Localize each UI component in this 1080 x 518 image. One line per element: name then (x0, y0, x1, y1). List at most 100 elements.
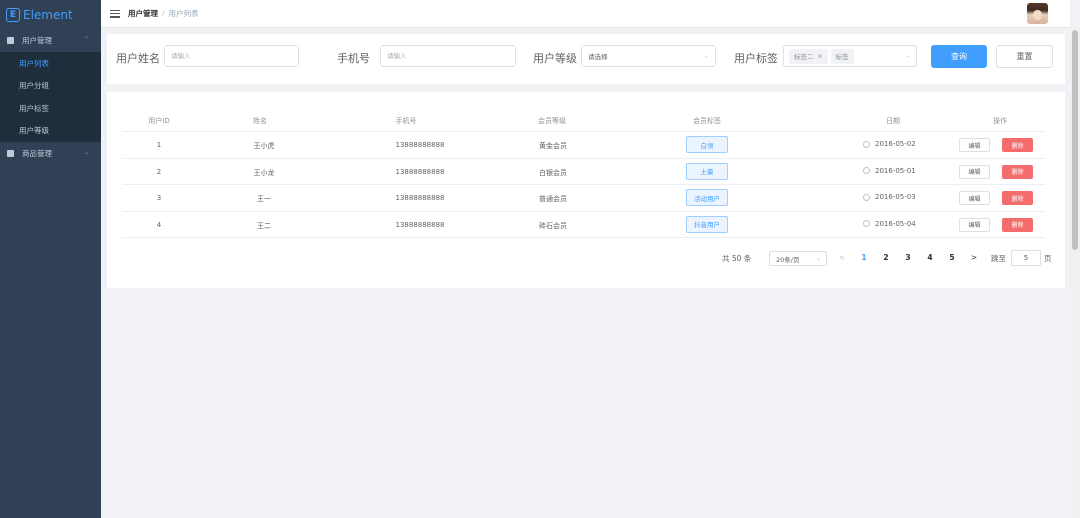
clock-icon (863, 220, 870, 227)
column-header-level: 会员等级 (538, 117, 566, 125)
menu-square-icon (7, 150, 14, 157)
cell-name: 王二 (257, 221, 271, 230)
page-number-5[interactable]: 5 (949, 253, 954, 262)
filter-panel: 用户姓名 手机号 用户等级 请选择 ⌄ 用户标签 标签二 ⊗ 标签 ⌄ 查询 重… (107, 34, 1065, 84)
delete-button[interactable]: 删除 (1002, 138, 1033, 152)
table-row: 4 王二 13888888888 砖石会员 抖音用户 2016-05-04 编辑… (122, 212, 1045, 238)
selected-tag-text: 标签 (835, 53, 849, 61)
column-header-actions: 操作 (993, 117, 1007, 125)
sidebar-item-user-level[interactable]: 用户等级 (0, 120, 101, 143)
delete-button[interactable]: 删除 (1002, 191, 1033, 205)
column-header-id: 用户ID (148, 117, 170, 125)
cell-level: 砖石会员 (539, 221, 567, 230)
edit-button[interactable]: 编辑 (959, 191, 990, 205)
column-header-date: 日期 (886, 117, 900, 125)
sidebar-item-user-list[interactable]: 用户列表 (0, 52, 101, 75)
cell-date: 2016-05-01 (863, 167, 916, 175)
page-number-2[interactable]: 2 (883, 253, 888, 262)
prev-page-button[interactable]: < (839, 253, 845, 262)
date-text: 2016-05-03 (875, 193, 916, 201)
date-text: 2016-05-04 (875, 219, 916, 228)
cell-level: 白银会员 (539, 168, 567, 177)
member-tag: 抖音用户 (686, 215, 728, 233)
tag-filter-label: 用户标签 (734, 52, 778, 65)
level-filter-select[interactable]: 请选择 ⌄ (581, 45, 716, 67)
chevron-down-icon: ⌄ (815, 255, 821, 262)
table-row: 1 王小虎 13888888888 黄金会员 白领 2016-05-02 编辑 … (122, 132, 1045, 159)
sidebar-group-label: 商品管理 (22, 149, 52, 158)
cell-phone: 13888888888 (395, 194, 445, 202)
table-row: 3 王一 13888888888 普通会员 活动用户 2016-05-03 编辑… (122, 185, 1045, 212)
selected-tag-text: 标签二 (794, 53, 814, 61)
cell-id: 2 (156, 167, 162, 176)
sidebar-group-user-management[interactable]: 用户管理 ⌃ (0, 29, 101, 52)
page-number-4[interactable]: 4 (927, 253, 932, 262)
clock-icon (863, 140, 870, 148)
table-row: 2 王小龙 13888888888 白银会员 土豪 2016-05-01 编辑 … (122, 159, 1045, 185)
level-select-placeholder: 请选择 (588, 53, 608, 61)
jump-suffix-label: 页 (1044, 253, 1052, 263)
edit-button[interactable]: 编辑 (959, 138, 990, 152)
cell-id: 4 (156, 220, 162, 229)
breadcrumb-item-user-management[interactable]: 用户管理 (128, 9, 158, 18)
page-number-3[interactable]: 3 (905, 253, 910, 262)
table-header: 用户ID 姓名 手机号 会员等级 会员标签 日期 操作 (122, 110, 1045, 132)
cell-phone: 13888888888 (395, 220, 445, 229)
cell-level: 普通会员 (539, 195, 567, 203)
member-tag: 活动用户 (686, 189, 728, 206)
next-page-button[interactable]: > (971, 253, 977, 262)
cell-id: 1 (156, 141, 162, 149)
cell-date: 2016-05-02 (863, 140, 916, 148)
breadcrumb-item-user-list: 用户列表 (168, 9, 199, 18)
date-text: 2016-05-02 (875, 140, 916, 148)
sidebar-group-product-management[interactable]: 商品管理 ⌄ (0, 142, 101, 165)
search-button[interactable]: 查询 (931, 45, 987, 68)
cell-id: 3 (156, 194, 162, 202)
jump-prefix-label: 跳至 (991, 253, 1006, 263)
cell-name: 王小龙 (253, 168, 275, 177)
page-number-1[interactable]: 1 (861, 253, 866, 262)
sidebar: E Element 用户管理 ⌃ 用户列表 用户分组 用户标签 用户等级 商品管… (0, 0, 101, 518)
page-size-select[interactable]: 20条/页 ⌄ (769, 251, 827, 266)
reset-button[interactable]: 重置 (996, 45, 1053, 68)
edit-button[interactable]: 编辑 (959, 217, 990, 232)
member-tag: 白领 (686, 136, 728, 153)
clock-icon (863, 167, 870, 174)
cell-date: 2016-05-03 (863, 193, 916, 201)
level-filter-label: 用户等级 (533, 52, 577, 65)
close-icon[interactable]: ⊗ (818, 53, 823, 60)
delete-button[interactable]: 删除 (1002, 217, 1033, 232)
app-logo[interactable]: E Element (0, 0, 101, 29)
breadcrumb-separator: / (162, 9, 165, 18)
cell-name: 王一 (257, 195, 271, 203)
column-header-name: 姓名 (253, 117, 267, 125)
cell-name: 王小虎 (253, 142, 275, 150)
avatar[interactable] (1027, 3, 1048, 24)
cell-level: 黄金会员 (539, 142, 567, 150)
phone-filter-input[interactable] (380, 45, 516, 67)
jump-page-input[interactable]: 5 (1011, 250, 1041, 266)
user-table-panel: 用户ID 姓名 手机号 会员等级 会员标签 日期 操作 1 王小虎 138888… (107, 92, 1065, 288)
date-text: 2016-05-01 (875, 166, 916, 175)
chevron-down-icon: ⌄ (703, 52, 709, 59)
scrollbar-thumb[interactable] (1072, 30, 1078, 250)
clock-icon (863, 193, 870, 201)
member-tag: 土豪 (686, 162, 728, 180)
sidebar-item-user-tag[interactable]: 用户标签 (0, 97, 101, 120)
cell-date: 2016-05-04 (863, 220, 916, 228)
tag-filter-multiselect[interactable]: 标签二 ⊗ 标签 ⌄ (783, 45, 917, 67)
sidebar-item-user-group[interactable]: 用户分组 (0, 75, 101, 98)
selected-tag-chip: 标签 (830, 48, 854, 64)
name-filter-input[interactable] (164, 45, 299, 67)
pagination-total: 共 50 条 (722, 253, 752, 263)
element-logo-icon: E (6, 7, 20, 22)
delete-button[interactable]: 删除 (1002, 164, 1033, 179)
column-header-phone: 手机号 (395, 117, 417, 125)
edit-button[interactable]: 编辑 (959, 164, 990, 179)
chevron-down-icon: ⌄ (83, 149, 89, 156)
menu-square-icon (7, 37, 14, 44)
phone-filter-label: 手机号 (337, 52, 370, 65)
vertical-scrollbar[interactable] (1070, 28, 1080, 518)
hamburger-menu-icon[interactable] (110, 9, 120, 18)
page-size-value: 20条/页 (776, 255, 800, 264)
